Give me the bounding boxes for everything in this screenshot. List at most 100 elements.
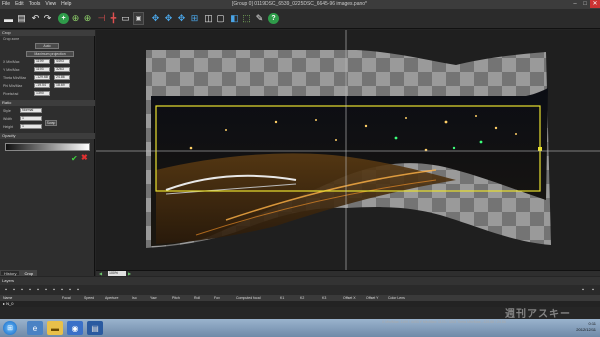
theta-max-input[interactable]: 24.86 xyxy=(54,75,70,80)
ie-icon[interactable]: e xyxy=(27,321,43,335)
y-max-input[interactable]: 3263 xyxy=(54,67,70,72)
height-label: Height xyxy=(3,125,14,129)
cancel-x-icon[interactable]: ✖ xyxy=(81,153,88,162)
width-label: Width xyxy=(3,117,12,121)
layer-name: N_0 xyxy=(6,301,14,306)
projection-box-icon[interactable]: ▣ xyxy=(133,12,144,25)
menu-file[interactable]: File xyxy=(2,1,10,7)
windows-taskbar: ⊞ e ▬ ◉ ▤ X Min/Max: 1199 / 4493 Y Min/M… xyxy=(0,319,600,337)
height-input[interactable]: 1 xyxy=(20,124,42,129)
menu-view[interactable]: View xyxy=(45,1,56,7)
layer-tool-icon[interactable]: ▪ xyxy=(27,287,33,293)
undo-icon[interactable]: ↶ xyxy=(30,12,41,25)
status-bar-text: X Min/Max: 1199 / 4493 Y Min/Max: 1193 /… xyxy=(382,320,506,324)
layer-tool-icon[interactable]: ▪ xyxy=(59,287,65,293)
crop-panel: Crop Crop zone Auto Maximum projection X… xyxy=(0,30,95,276)
layer-expand-icon[interactable]: ▪ xyxy=(580,287,586,293)
panorama-viewport[interactable] xyxy=(96,30,600,270)
x-min-input[interactable]: 1199 xyxy=(34,59,50,64)
move-icon[interactable]: ✥ xyxy=(150,12,161,25)
pixels-rad-input[interactable]: 1390 xyxy=(34,91,50,96)
panel-tabs: History Crop xyxy=(0,270,38,276)
zoom-out-icon[interactable]: ◀ xyxy=(99,271,102,276)
zoom-input[interactable]: 100% xyxy=(108,271,126,276)
pan-icon[interactable]: ✥ xyxy=(163,12,174,25)
theta-minmax-label: Theta Min/Max xyxy=(3,76,27,80)
app-window: File Edit Tools View Help [Group 0] 0119… xyxy=(0,0,600,337)
system-tray: 0:11 2012/12/11 xyxy=(576,321,596,333)
layer-close-icon[interactable]: ▪ xyxy=(590,287,596,293)
layer-tool-icon[interactable]: ▪ xyxy=(67,287,73,293)
crop-handle-right xyxy=(538,147,542,151)
phi-max-input[interactable]: 18.69 xyxy=(54,83,70,88)
title-bar: File Edit Tools View Help [Group 0] 0119… xyxy=(0,0,600,9)
menu-tools[interactable]: Tools xyxy=(29,1,41,7)
settings-wrench-icon[interactable]: ✎ xyxy=(254,12,265,25)
add-control-points-icon[interactable]: + xyxy=(58,13,69,24)
folder-icon[interactable]: ▬ xyxy=(47,321,63,335)
layer-tool-icon[interactable]: ▪ xyxy=(11,287,17,293)
watermark-logo: 週刊アスキー xyxy=(505,309,571,320)
menu-edit[interactable]: Edit xyxy=(15,1,24,7)
tab-crop[interactable]: Crop xyxy=(20,270,38,276)
x-max-input[interactable]: 4493 xyxy=(54,59,70,64)
layer-tool-icon[interactable]: ▪ xyxy=(51,287,57,293)
zoom-in-icon[interactable]: ▶ xyxy=(128,271,131,276)
style-select[interactable]: Normal xyxy=(20,108,42,113)
close-button[interactable]: ✕ xyxy=(590,0,600,8)
redo-icon[interactable]: ↷ xyxy=(42,12,53,25)
opacity-section-header: Opacity xyxy=(0,133,95,139)
open-folder-icon[interactable]: ▬ xyxy=(3,12,14,25)
apply-check-icon[interactable]: ✔ xyxy=(71,154,78,163)
swap-button[interactable]: Swap xyxy=(45,120,57,126)
minimize-button[interactable]: – xyxy=(570,0,580,8)
layer-tool-icon[interactable]: ▪ xyxy=(3,287,9,293)
autopano-icon[interactable]: ▤ xyxy=(87,321,103,335)
zoom-fit-icon[interactable]: ◫ xyxy=(203,12,214,25)
layer-tool-icon[interactable]: ▪ xyxy=(43,287,49,293)
layers-toolbar: ▪ ▪ ▪ ▪ ▪ ▪ ▪ ▪ ▪ ▪ ▪ ▪ xyxy=(0,285,600,295)
render-icon[interactable]: ⬚ xyxy=(241,12,252,25)
x-minmax-label: X Min/Max xyxy=(3,60,20,64)
viewport-footer: ◀ 100% ▶ xyxy=(96,270,600,276)
max-projection-button[interactable]: Maximum projection xyxy=(26,51,74,57)
help-icon[interactable]: ? xyxy=(268,13,279,24)
pixels-rad-label: Pixels/rad xyxy=(3,92,19,96)
main-toolbar: ▬ ▤ ↶ ↷ + ⊕ ⊕ ⊣ ╋ ▭ ▣ ✥ ✥ ✥ ⊞ ◫ ▢ ◧ ⬚ ✎ … xyxy=(0,9,600,29)
grid-icon[interactable]: ⊞ xyxy=(189,12,200,25)
layers-icon[interactable]: ◧ xyxy=(229,12,240,25)
y-min-input[interactable]: 1193 xyxy=(34,67,50,72)
phi-min-input[interactable]: -19.54 xyxy=(34,83,50,88)
layer-tool-icon[interactable]: ▪ xyxy=(19,287,25,293)
preview-icon[interactable]: ▢ xyxy=(215,12,226,25)
start-button[interactable]: ⊞ xyxy=(3,321,17,335)
tray-date: 2012/12/11 xyxy=(576,327,596,332)
menu-bar: File Edit Tools View Help xyxy=(2,1,71,7)
style-label: Style xyxy=(3,109,11,113)
width-input[interactable]: 1 xyxy=(20,116,42,121)
save-icon[interactable]: ▤ xyxy=(16,12,27,25)
horizon-icon[interactable]: ⊣ xyxy=(96,12,107,25)
phi-minmax-label: Phi Min/Max xyxy=(3,84,23,88)
crop-zone-label: Crop zone xyxy=(3,37,20,41)
opacity-slider[interactable] xyxy=(5,143,90,151)
window-title: [Group 0] 0119DSC_6539_0225DSC_6645-96 i… xyxy=(232,1,368,7)
menu-help[interactable]: Help xyxy=(61,1,71,7)
app-icon[interactable]: ◉ xyxy=(67,321,83,335)
layer-tool-icon[interactable]: ▪ xyxy=(35,287,41,293)
crop-section-header: Crop xyxy=(0,30,95,36)
crop-tool-icon[interactable]: ▭ xyxy=(120,12,131,25)
y-minmax-label: Y Min/Max xyxy=(3,68,20,72)
panorama-canvas xyxy=(96,30,600,270)
auto-button[interactable]: Auto xyxy=(35,43,59,49)
theta-min-input[interactable]: -129.68 xyxy=(34,75,50,80)
maximize-button[interactable]: □ xyxy=(580,0,590,8)
stitch-icon[interactable]: ✥ xyxy=(176,12,187,25)
ratio-section-header: Ratio xyxy=(0,100,95,106)
align-icon[interactable]: ⊕ xyxy=(82,12,93,25)
layers-header: Layers xyxy=(0,277,600,285)
layer-tool-icon[interactable]: ▪ xyxy=(75,287,81,293)
tab-history[interactable]: History xyxy=(0,270,21,276)
optimize-icon[interactable]: ⊕ xyxy=(70,12,81,25)
vertical-line-icon[interactable]: ╋ xyxy=(108,12,119,25)
